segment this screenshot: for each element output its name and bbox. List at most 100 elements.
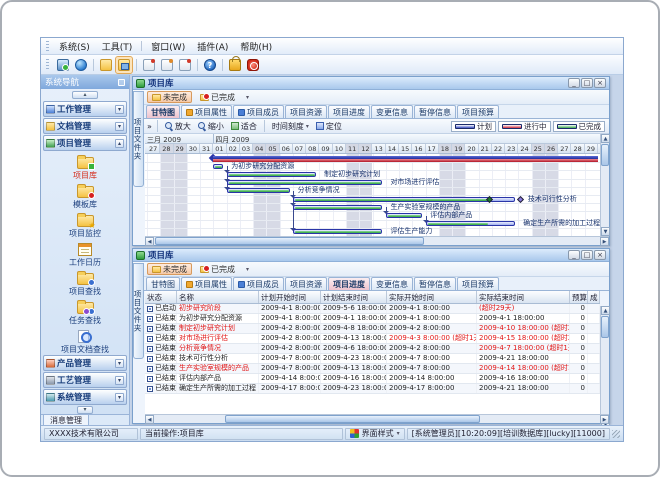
tab-项目资源[interactable]: 项目资源 xyxy=(285,105,327,118)
column-header-计划结束时间[interactable]: 计划结束时间 xyxy=(321,291,387,303)
folder-button[interactable] xyxy=(98,57,114,73)
sidebar-item-项目查找[interactable]: 项目查找 xyxy=(41,269,129,298)
sidebar-group-文档管理[interactable]: 文档管理▾ xyxy=(43,118,127,134)
menu-item-3[interactable]: 窗口(W) xyxy=(145,39,191,54)
sidebar-item-项目文档查找[interactable]: 项目文档查找 xyxy=(41,327,129,354)
table-row[interactable]: 已结束评估内部产品2009-4-14 8:00:002009-4-16 18:0… xyxy=(145,374,600,384)
toolbar-more-button[interactable]: » xyxy=(147,122,152,131)
sidebar-item-项目监控[interactable]: ★项目监控 xyxy=(41,211,129,240)
sidebar-group-产品管理[interactable]: 产品管理▾ xyxy=(43,355,127,371)
tab-项目属性[interactable]: 项目属性 xyxy=(181,105,232,118)
sidebar-group-项目管理[interactable]: 项目管理▴ xyxy=(43,135,127,151)
task-bar-评估内部产品[interactable] xyxy=(386,213,422,218)
table-row[interactable]: 已结束分析竞争情况2009-4-2 8:00:002009-4-6 18:00:… xyxy=(145,344,600,354)
filter-dropdown-icon[interactable]: ▾ xyxy=(243,94,252,101)
locate-button[interactable]: 定位 xyxy=(314,121,344,132)
menu-item-1[interactable]: 系统(S) xyxy=(53,39,96,54)
gantt-horizontal-scrollbar[interactable]: ◀▶ xyxy=(145,236,609,245)
monitor-add-button[interactable] xyxy=(55,57,71,73)
tab-项目属性[interactable]: 项目属性 xyxy=(181,277,232,290)
pushpin-icon[interactable] xyxy=(118,79,125,86)
task-bar-为初步研究分配资源[interactable] xyxy=(213,164,223,169)
gantt-window-titlebar[interactable]: 项目库 _□× xyxy=(133,77,609,90)
column-header-计划开始时间[interactable]: 计划开始时间 xyxy=(259,291,321,303)
table-row[interactable]: 已启动初步研究阶段2009-4-1 8:00:002009-5-6 18:00:… xyxy=(145,304,600,314)
tab-项目预算[interactable]: 项目预算 xyxy=(457,277,499,290)
chevron-down-icon[interactable]: ▾ xyxy=(115,359,124,368)
chevron-down-icon[interactable]: ▾ xyxy=(115,376,124,385)
table-restore-button[interactable]: □ xyxy=(581,250,593,260)
filter-未完成[interactable]: 未完成 xyxy=(147,263,192,275)
zoom-out-button[interactable]: 缩小 xyxy=(196,121,226,132)
tab-项目进度[interactable]: 项目进度 xyxy=(328,105,370,118)
tab-暂停信息[interactable]: 暂停信息 xyxy=(414,105,456,118)
filter-已完成[interactable]: 已完成 xyxy=(195,91,240,103)
menu-item-2[interactable]: 工具(T) xyxy=(96,39,139,54)
scroll-thumb[interactable] xyxy=(155,237,424,245)
column-header-实际开始时间[interactable]: 实际开始时间 xyxy=(387,291,477,303)
project-folder-side-tab[interactable]: 项目文件夹 xyxy=(133,263,144,359)
sidebar-item-项目库[interactable]: 项目库 xyxy=(41,153,129,182)
gantt-vertical-scrollbar[interactable]: ▲▼ xyxy=(600,134,609,236)
collapse-button[interactable]: ▴ xyxy=(72,91,98,99)
table-row[interactable]: 已结束对市场进行评估2009-4-2 8:00:002009-4-13 18:0… xyxy=(145,334,600,344)
filter-已完成[interactable]: 已完成 xyxy=(195,263,240,275)
scroll-left-icon[interactable]: ◀ xyxy=(145,237,154,246)
scroll-thumb[interactable] xyxy=(601,316,609,338)
column-header-名称[interactable]: 名称 xyxy=(177,291,259,303)
table-minimize-button[interactable]: _ xyxy=(568,250,580,260)
lock-button[interactable] xyxy=(227,57,243,73)
tab-项目进度[interactable]: 项目进度 xyxy=(328,277,370,290)
mail-new-button[interactable] xyxy=(141,57,157,73)
resize-grip[interactable] xyxy=(612,430,620,438)
gantt-close-button[interactable]: × xyxy=(594,78,606,88)
table-row[interactable]: 已结束制定初步研究计划2009-4-2 8:00:002009-4-8 18:0… xyxy=(145,324,600,334)
column-header-状态[interactable]: 状态 xyxy=(145,291,177,303)
scroll-down-icon[interactable]: ▼ xyxy=(601,227,610,236)
filter-未完成[interactable]: 未完成 xyxy=(147,91,192,103)
table-horizontal-scrollbar[interactable]: ◀▶ xyxy=(145,414,609,423)
chevron-down-icon[interactable]: ▾ xyxy=(115,393,124,402)
timescale-button[interactable]: 时间刻度▾ xyxy=(270,121,311,132)
gantt-minimize-button[interactable]: _ xyxy=(568,78,580,88)
sidebar-item-模板库[interactable]: 模板库 xyxy=(41,182,129,211)
project-folder-side-tab[interactable]: 项目文件夹 xyxy=(133,91,144,187)
table-row[interactable]: 已结束为初步研究分配资源2009-4-1 8:00:002009-4-1 18:… xyxy=(145,314,600,324)
table-row[interactable]: 已结束技术可行性分析2009-4-7 8:00:002009-4-23 18:0… xyxy=(145,354,600,364)
table-vertical-scrollbar[interactable]: ▲▼ xyxy=(600,306,609,429)
tab-甘特图[interactable]: 甘特图 xyxy=(146,277,180,290)
tab-变更信息[interactable]: 变更信息 xyxy=(371,277,413,290)
folder-window-button[interactable] xyxy=(116,57,132,73)
tab-项目预算[interactable]: 项目预算 xyxy=(457,105,499,118)
column-header-预算[interactable]: 预算 xyxy=(570,291,588,303)
scroll-up-icon[interactable]: ▲ xyxy=(601,306,610,315)
task-bar-确定生产所需的加工过程[interactable] xyxy=(426,221,516,226)
task-bar-生产实验室规模的产品[interactable] xyxy=(293,205,383,210)
gantt-restore-button[interactable]: □ xyxy=(581,78,593,88)
task-bar-评估生产能力[interactable] xyxy=(293,229,383,234)
sidebar-group-系统管理[interactable]: 系统管理▾ xyxy=(43,389,127,405)
sidebar-group-工作管理[interactable]: 工作管理▾ xyxy=(43,101,127,117)
tab-甘特图[interactable]: 甘特图 xyxy=(146,105,180,118)
tab-项目成员[interactable]: 项目成员 xyxy=(233,277,284,290)
sidebar-item-工作日历[interactable]: 工作日历 xyxy=(41,240,129,269)
interface-style-button[interactable]: 界面样式 ▾ xyxy=(345,428,405,440)
task-bar-分析竞争情况[interactable] xyxy=(227,188,290,193)
chevron-down-icon[interactable]: ▾ xyxy=(115,122,124,131)
task-bar-制定初步研究计划[interactable] xyxy=(227,172,317,177)
scroll-right-icon[interactable]: ▶ xyxy=(600,415,609,424)
mail-delete-button[interactable] xyxy=(177,57,193,73)
mail-open-button[interactable] xyxy=(159,57,175,73)
fit-button[interactable]: 适合 xyxy=(229,121,259,132)
scroll-up-icon[interactable]: ▲ xyxy=(601,134,610,143)
tab-变更信息[interactable]: 变更信息 xyxy=(371,105,413,118)
zoom-in-button[interactable]: 放大 xyxy=(163,121,193,132)
filter-dropdown-icon[interactable]: ▾ xyxy=(243,266,252,273)
sidebar-more-button[interactable]: ▾ xyxy=(77,406,93,414)
scroll-thumb[interactable] xyxy=(225,415,480,423)
table-window-titlebar[interactable]: 项目库 _□× xyxy=(133,249,609,262)
sidebar-item-任务查找[interactable]: 任务查找 xyxy=(41,298,129,327)
table-close-button[interactable]: × xyxy=(594,250,606,260)
help-button[interactable]: ? xyxy=(202,57,218,73)
chevron-up-icon[interactable]: ▴ xyxy=(115,139,124,148)
